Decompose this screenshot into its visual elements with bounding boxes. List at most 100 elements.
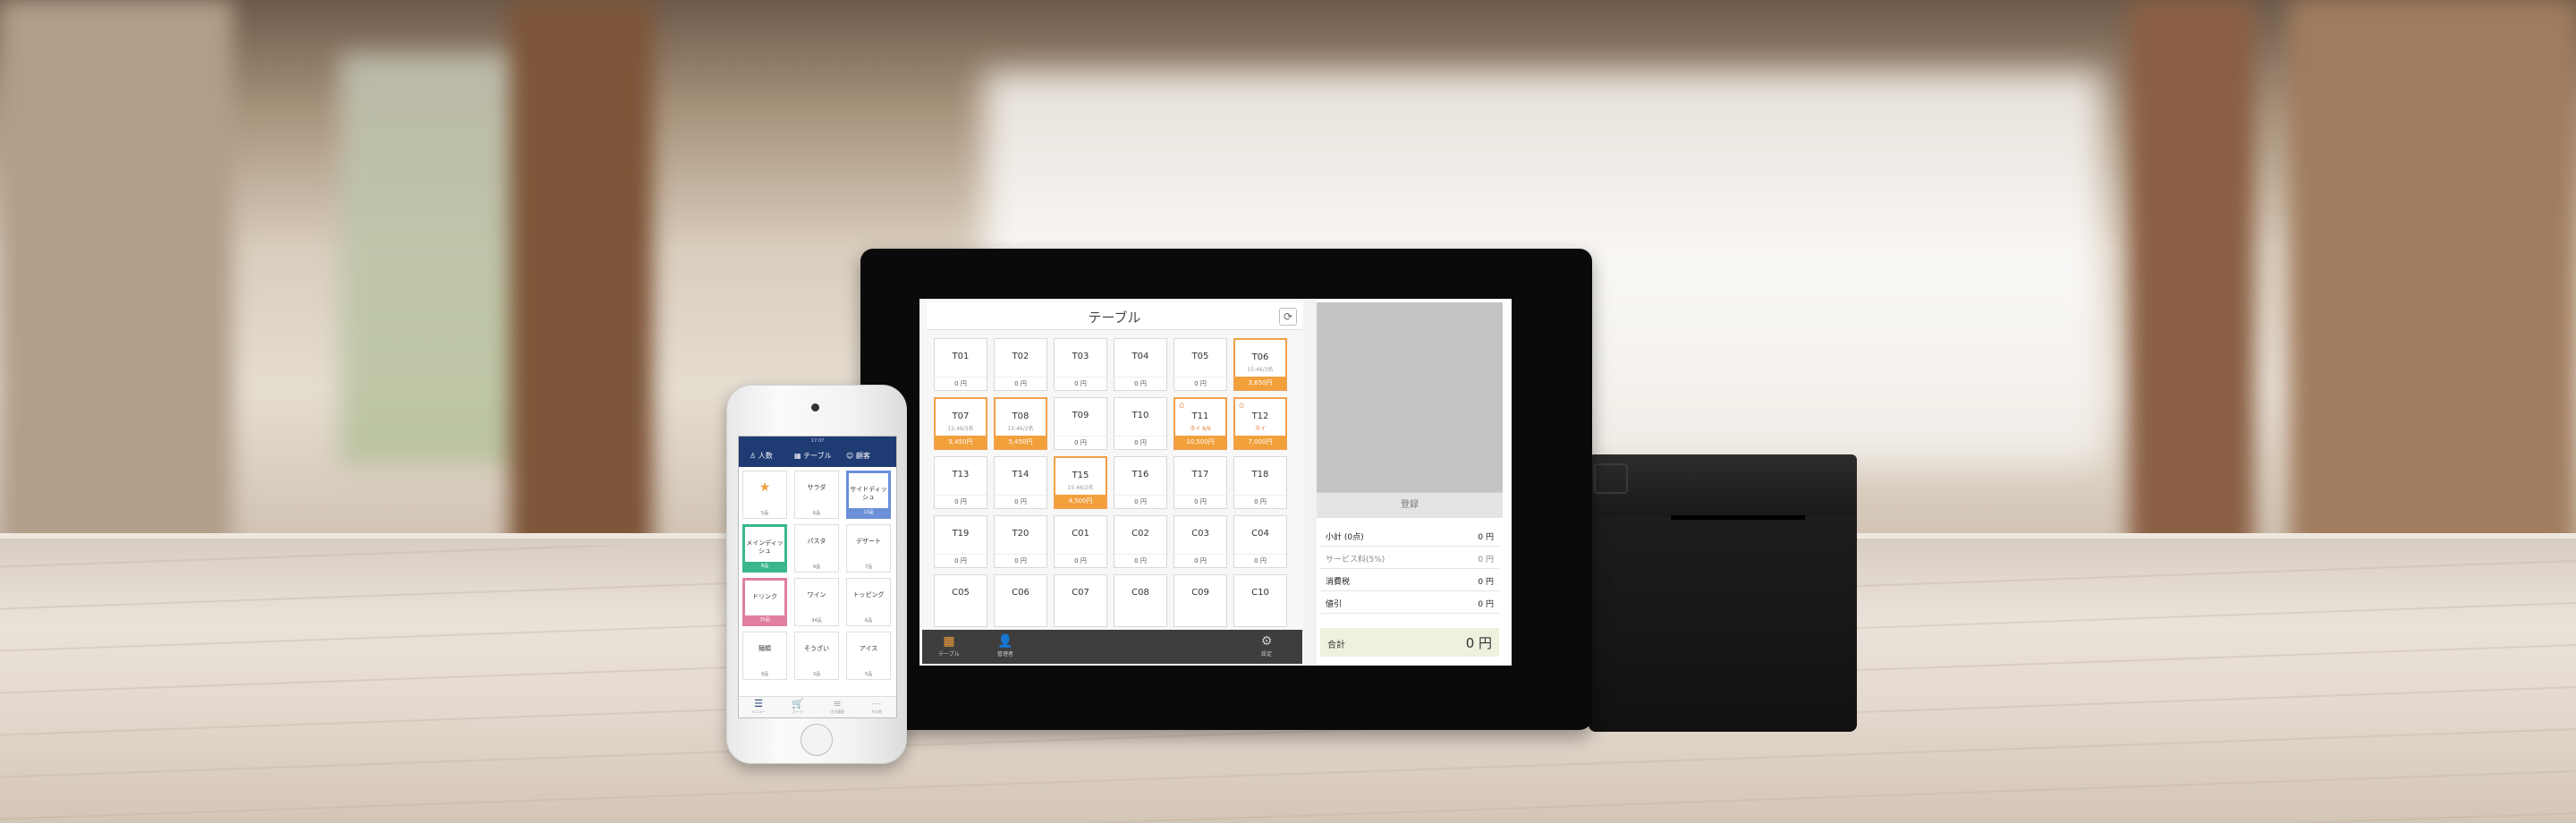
menu-category-cell[interactable]: メインディッシュ 8品: [742, 524, 787, 573]
table-name: T11: [1191, 412, 1209, 421]
table-cell[interactable]: C07: [1054, 574, 1107, 627]
menu-category-cell[interactable]: ワイン 34品: [794, 578, 839, 626]
table-name: T08: [1012, 412, 1030, 421]
menu-category-name: ワイン: [807, 591, 826, 598]
menu-category-cell[interactable]: デザート 7品: [846, 524, 891, 573]
menu-category-cell[interactable]: サイドディッシュ 13品: [846, 471, 891, 519]
table-amount: 7,000円: [1235, 436, 1285, 448]
table-cell[interactable]: T01 0 円: [934, 338, 987, 391]
tab-menu[interactable]: ☰ メニュー: [739, 699, 778, 715]
order-pane: 登録 小計 (0点) 0 円サービス料(5%) 0 円消費税 0 円値引 0 円 合計 …: [1317, 299, 1512, 666]
nav-item-table[interactable]: ▦ テーブル: [927, 633, 971, 658]
total-label: 合計: [1327, 641, 1345, 650]
menu-category-cell[interactable]: アイス 5品: [846, 632, 891, 680]
table-cell[interactable]: T10 0 円: [1114, 397, 1167, 450]
menu-category-cell[interactable]: 麺類 9品: [742, 632, 787, 680]
table-name: T12: [1251, 412, 1269, 421]
phone-screen: 17:07 ♙ 人数 ▦ テーブル ☺ 顧客 ★ 5品 サラダ 6品 サイドディッシュ 13品…: [738, 436, 897, 718]
header-tab-table[interactable]: ▦ テーブル: [794, 451, 832, 461]
nav-item-admin[interactable]: 👤 管理者: [983, 633, 1028, 658]
table-cell[interactable]: T04 0 円: [1114, 338, 1167, 391]
table-amount: 0 円: [995, 377, 1046, 388]
table-cell[interactable]: T05 0 円: [1174, 338, 1227, 391]
summary-value: 0 円: [1478, 556, 1494, 564]
table-amount: 0 円: [1114, 554, 1166, 565]
menu-category-cell[interactable]: トッピング 6品: [846, 578, 891, 626]
table-amount: 0 円: [1114, 436, 1166, 447]
table-cell[interactable]: C09: [1174, 574, 1227, 627]
menu-category-name: サイドディッシュ: [850, 486, 887, 501]
table-cell[interactable]: ⏲ T11 ネイ 6/6 10,500円: [1174, 397, 1227, 450]
table-cell[interactable]: T13 0 円: [934, 456, 987, 509]
table-cell[interactable]: T16 0 円: [1114, 456, 1167, 509]
menu-item-count: 5品: [760, 511, 769, 516]
table-cell[interactable]: T15 15:46/2名 4,500円: [1054, 456, 1107, 509]
table-name: C05: [952, 588, 970, 598]
table-amount: 4,500円: [1055, 495, 1106, 507]
table-cell[interactable]: T06 15:46/3名 3,650円: [1233, 338, 1287, 391]
table-cell[interactable]: T19 0 円: [934, 515, 987, 568]
table-cell[interactable]: C03 0 円: [1174, 515, 1227, 568]
table-name: C09: [1191, 588, 1209, 598]
menu-item-count: 6品: [864, 618, 873, 624]
table-cell[interactable]: ⏲ T12 ネイ 7,000円: [1233, 397, 1287, 450]
background-pillar: [2290, 0, 2576, 555]
receipt-printer: [1589, 454, 1857, 732]
register-button[interactable]: 登録: [1317, 492, 1503, 518]
table-cell[interactable]: T14 0 円: [994, 456, 1047, 509]
menu-item-count: 35品: [745, 615, 784, 624]
clock-icon: ⏲: [1179, 402, 1185, 410]
table-name: T06: [1251, 352, 1269, 362]
table-name: T10: [1131, 411, 1149, 420]
menu-category-name: アイス: [859, 645, 878, 652]
table-cell[interactable]: T09 0 円: [1054, 397, 1107, 450]
table-name: C04: [1251, 529, 1269, 539]
order-total: 合計 0 円: [1320, 628, 1499, 657]
header-tab-person[interactable]: ♙ 人数: [750, 451, 773, 461]
tab-more[interactable]: ⋯ その他: [857, 699, 896, 715]
table-cell[interactable]: T03 0 円: [1054, 338, 1107, 391]
table-cell[interactable]: C02 0 円: [1114, 515, 1167, 568]
table-cell[interactable]: T18 0 円: [1233, 456, 1287, 509]
table-cell[interactable]: T07 15:46/3名 5,450円: [934, 397, 987, 450]
menu-category-cell[interactable]: パスタ 9品: [794, 524, 839, 573]
menu-category-cell[interactable]: ★ 5品: [742, 471, 787, 519]
table-amount: 0 円: [935, 554, 987, 565]
table-amount: 0 円: [935, 377, 987, 388]
printer-button[interactable]: [1594, 463, 1628, 494]
menu-item-count: 3品: [812, 672, 821, 677]
table-cell[interactable]: C08: [1114, 574, 1167, 627]
table-cell[interactable]: C05: [934, 574, 987, 627]
menu-category-name: サラダ: [807, 484, 826, 491]
table-cell[interactable]: C10: [1233, 574, 1287, 627]
table-name: C08: [1131, 588, 1149, 598]
menu-item-count: 7品: [864, 564, 873, 570]
page-title: テーブル: [1088, 310, 1141, 326]
tab-cart[interactable]: 🛒 カート: [778, 699, 818, 715]
more-icon: ⋯: [871, 698, 882, 709]
table-cell[interactable]: C04 0 円: [1233, 515, 1287, 568]
nav-item-settings[interactable]: ⚙ 設定: [1244, 633, 1289, 658]
summary-row: サービス料(5%) 0 円: [1320, 547, 1499, 569]
table-cell[interactable]: C06: [994, 574, 1047, 627]
tab-history[interactable]: ≡ 注文履歴: [818, 699, 857, 715]
table-cell[interactable]: T02 0 円: [994, 338, 1047, 391]
menu-category-cell[interactable]: サラダ 6品: [794, 471, 839, 519]
header-tab-customer[interactable]: ☺ 顧客: [846, 451, 870, 461]
table-cell[interactable]: T20 0 円: [994, 515, 1047, 568]
table-cell[interactable]: T17 0 円: [1174, 456, 1227, 509]
menu-category-cell[interactable]: そうざい 3品: [794, 632, 839, 680]
refresh-icon[interactable]: ⟳: [1279, 308, 1297, 326]
table-name: T18: [1251, 470, 1269, 479]
phone-header: ♙ 人数 ▦ テーブル ☺ 顧客: [739, 445, 896, 467]
background-pillar: [0, 0, 233, 555]
menu-item-count: 13品: [849, 508, 888, 516]
table-name: C07: [1072, 588, 1089, 598]
menu-category-cell[interactable]: ドリンク 35品: [742, 578, 787, 626]
table-name: T14: [1012, 470, 1030, 479]
home-button[interactable]: [801, 724, 833, 756]
menu-category-name: トッピング: [852, 591, 885, 598]
product-image-placeholder: [1317, 302, 1503, 492]
table-cell[interactable]: C01 0 円: [1054, 515, 1107, 568]
table-cell[interactable]: T08 15:46/2名 5,450円: [994, 397, 1047, 450]
